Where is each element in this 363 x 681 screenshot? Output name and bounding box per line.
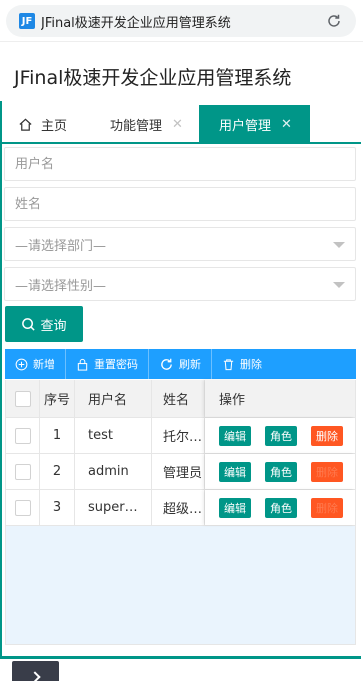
row-name: 管理员 [152,454,205,489]
dropdown-arrow-icon [333,242,345,248]
plus-icon [15,358,28,370]
select-all-checkbox[interactable] [14,390,31,407]
tab-user-management[interactable]: 用户管理 ✕ [199,105,310,143]
home-icon [19,118,32,131]
expand-menu-button[interactable] [12,661,59,681]
role-button[interactable]: 角色 [265,497,297,518]
table-header: 序号 用户名 姓名 操作 [6,380,355,418]
trash-icon [223,358,234,370]
row-checkbox-cell [6,418,40,453]
row-actions: 编辑 角色 删除 [205,490,355,525]
delete-button-label: 删除 [240,358,262,371]
close-icon[interactable]: ✕ [172,117,183,132]
add-button-label: 新增 [33,358,55,371]
row-checkbox-cell [6,454,40,489]
row-checkbox-cell [6,490,40,525]
browser-address-bar: JF JFinal极速开发企业应用管理系统 [0,0,363,42]
app-title: JFinal极速开发企业应用管理系统 [14,67,292,89]
search-button-label: 查询 [40,318,67,334]
role-button[interactable]: 角色 [265,461,297,482]
row-index: 1 [40,418,75,453]
site-favicon-icon: JF [19,13,35,29]
refresh-button-label: 刷新 [179,358,201,371]
refresh-icon [161,358,172,370]
row-delete-button[interactable]: 删除 [311,497,343,518]
row-username: test [75,418,152,453]
delete-button[interactable]: 删除 [212,349,272,379]
table-row[interactable]: 1 test 托尔… 编辑 角色 删除 [6,418,355,454]
row-index: 3 [40,490,75,525]
search-button[interactable]: 查询 [5,306,83,342]
user-table: 序号 用户名 姓名 操作 1 test 托尔… 编辑 角色 删除 2 admin… [5,380,356,645]
bottom-accent-bar [0,656,361,659]
left-accent-bar [0,101,2,659]
row-delete-button[interactable]: 删除 [311,461,343,482]
address-text: JFinal极速开发企业应用管理系统 [41,15,231,31]
tab-home[interactable]: 主页 [18,105,67,143]
row-actions: 编辑 角色 删除 [205,454,355,489]
edit-button[interactable]: 编辑 [219,497,251,518]
name-input[interactable] [4,187,356,221]
table-toolbar: 新增 重置密码 刷新 删除 [5,349,356,379]
reset-password-button[interactable]: 重置密码 [66,349,149,379]
row-username: admin [75,454,152,489]
header-index: 序号 [40,380,75,417]
search-icon [22,317,36,331]
tab-function-management[interactable]: 功能管理 ✕ [110,105,183,143]
row-delete-button[interactable]: 删除 [311,425,343,446]
reset-password-label: 重置密码 [94,358,138,371]
table-row[interactable]: 3 super… 超级… 编辑 角色 删除 [6,490,355,526]
refresh-button[interactable]: 刷新 [149,349,212,379]
table-row[interactable]: 2 admin 管理员 编辑 角色 删除 [6,454,355,490]
row-name: 托尔… [152,418,205,453]
tab-bar: 主页 功能管理 ✕ 用户管理 ✕ [2,105,361,143]
department-select[interactable]: —请选择部门— [4,227,356,261]
header-username[interactable]: 用户名 [75,380,152,417]
row-checkbox[interactable] [14,463,31,480]
gender-select[interactable]: —请选择性别— [4,267,356,301]
close-icon[interactable]: ✕ [281,117,292,132]
row-checkbox[interactable] [14,499,31,516]
chevron-right-icon [29,671,41,681]
address-field[interactable]: JF JFinal极速开发企业应用管理系统 [6,5,356,37]
row-checkbox[interactable] [14,427,31,444]
select-all-cell [6,380,40,417]
row-name: 超级… [152,490,205,525]
lock-icon [77,358,88,371]
tab-underline [0,142,361,144]
add-button[interactable]: 新增 [5,349,66,379]
edit-button[interactable]: 编辑 [219,461,251,482]
tab-home-label: 主页 [41,118,68,134]
department-select-value: —请选择部门— [15,238,107,254]
row-username: super… [75,490,152,525]
row-actions: 编辑 角色 删除 [205,418,355,453]
edit-button[interactable]: 编辑 [219,425,251,446]
tab-user-label: 用户管理 [219,118,272,134]
row-index: 2 [40,454,75,489]
header-name[interactable]: 姓名 [152,380,205,417]
dropdown-arrow-icon [333,282,345,288]
reload-icon[interactable] [326,13,342,29]
tab-function-label: 功能管理 [110,118,163,134]
username-input[interactable] [4,147,356,181]
header-actions: 操作 [205,380,355,417]
role-button[interactable]: 角色 [265,425,297,446]
gender-select-value: —请选择性别— [15,278,107,294]
